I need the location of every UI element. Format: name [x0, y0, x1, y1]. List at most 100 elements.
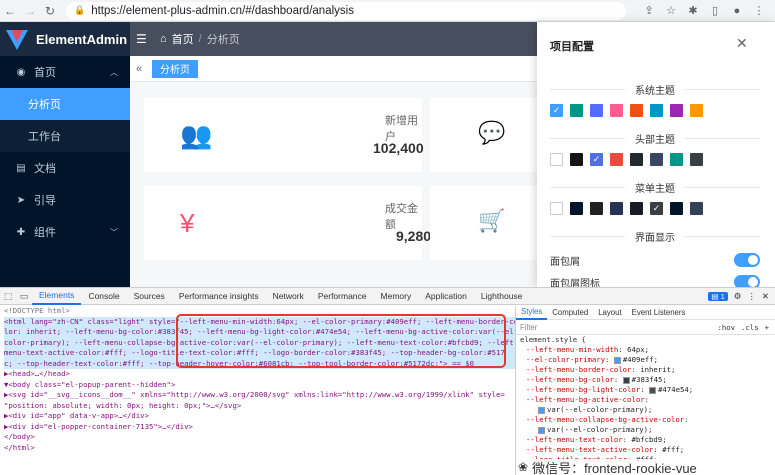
device-toolbar-icon[interactable]: ▭	[16, 291, 32, 302]
settings-gear-icon[interactable]: ⚙	[734, 291, 742, 302]
sidebar-item-analysis[interactable]: 分析页	[0, 88, 130, 120]
close-icon[interactable]: ✕	[736, 35, 748, 52]
tab-lighthouse[interactable]: Lighthouse	[474, 288, 530, 305]
color-swatch[interactable]	[670, 104, 683, 117]
sidebar-item-component[interactable]: ✚ 组件 ﹀	[0, 216, 130, 248]
color-chip[interactable]	[538, 426, 545, 434]
color-swatch[interactable]	[590, 202, 603, 215]
sidebar-item-doc[interactable]: ▤ 文档	[0, 152, 130, 184]
issues-badge[interactable]: ▤ 1	[708, 291, 728, 301]
elements-tree[interactable]: <!DOCTYPE html> <html lang="zh-CN" class=…	[0, 306, 515, 475]
back-arrow-icon[interactable]: ←	[0, 0, 20, 22]
sidebar-item-guide[interactable]: ➤ 引导	[0, 184, 130, 216]
extensions-icon[interactable]: ✱	[683, 0, 703, 22]
color-swatch[interactable]: ✓	[650, 202, 663, 215]
color-swatch[interactable]	[610, 104, 623, 117]
tab-console[interactable]: Console	[81, 288, 126, 305]
menu-collapse-icon[interactable]: ☰	[136, 32, 156, 46]
css-declaration[interactable]: --left-menu-bg-color: #383f45;	[520, 375, 775, 385]
address-bar[interactable]: 🔒 https://element-plus-admin.cn/#/dashbo…	[66, 1, 626, 20]
color-swatch[interactable]	[670, 202, 683, 215]
hover-state-toggle[interactable]: :hov	[717, 323, 735, 332]
tab-performance[interactable]: Performance	[311, 288, 374, 305]
color-swatch[interactable]	[610, 202, 623, 215]
more-options-icon[interactable]: ⋮	[747, 291, 756, 302]
css-declaration[interactable]: var(--el-color-primary);	[520, 405, 775, 415]
breadcrumb-switch[interactable]	[734, 253, 760, 267]
profile-icon[interactable]: ●	[727, 0, 747, 22]
color-chip[interactable]	[649, 386, 657, 394]
color-swatch[interactable]	[550, 202, 563, 215]
css-declaration[interactable]: --left-menu-text-active-color: #fff;	[520, 445, 775, 455]
inspect-element-icon[interactable]: ⬚	[0, 291, 16, 302]
color-swatch[interactable]	[550, 153, 563, 166]
share-icon[interactable]: ⇪	[639, 0, 659, 22]
tab-performance-insights[interactable]: Performance insights	[172, 288, 266, 305]
forward-arrow-icon[interactable]: →	[20, 0, 40, 22]
color-swatch[interactable]: ✓	[550, 104, 563, 117]
sidepanel-icon[interactable]: ▯	[705, 0, 725, 22]
css-declaration[interactable]: var(--el-color-primary);	[520, 425, 775, 435]
tab-memory[interactable]: Memory	[374, 288, 419, 305]
color-chip[interactable]	[613, 356, 621, 364]
color-swatch[interactable]	[690, 104, 703, 117]
sidebar-item-home[interactable]: ◉ 首页 ︿	[0, 56, 130, 88]
star-icon[interactable]: ☆	[661, 0, 681, 22]
dom-node-line[interactable]: "position: absolute; width: 0px; height:…	[4, 401, 515, 412]
color-swatch[interactable]	[570, 153, 583, 166]
class-toggle[interactable]: .cls	[741, 323, 759, 332]
css-declaration[interactable]: --left-menu-min-width: 64px;	[520, 345, 775, 355]
color-swatch[interactable]	[650, 153, 663, 166]
filter-input[interactable]: Filter	[520, 323, 537, 332]
card-new-users[interactable]: 👥 新增用户 102,400	[144, 98, 424, 172]
dom-node-line[interactable]: ▶<div id="el-popper-container-7135">…</d…	[4, 422, 515, 433]
css-declaration[interactable]: --left-menu-bg-active-color:	[520, 395, 775, 405]
reload-icon[interactable]: ↻	[40, 0, 60, 22]
tab-network[interactable]: Network	[266, 288, 311, 305]
color-swatch[interactable]	[570, 202, 583, 215]
dom-node-line[interactable]: ▶<svg id="__svg__icons__dom__" xmlns="ht…	[4, 390, 515, 401]
breadcrumb-home[interactable]: 首页	[172, 31, 194, 47]
tab-event-listeners[interactable]: Event Listeners	[627, 308, 691, 317]
color-swatch[interactable]	[690, 202, 703, 215]
close-devtools-icon[interactable]: ✕	[762, 291, 769, 302]
dom-node-line[interactable]: ▶<div id="app" data-v-app>…</div>	[4, 411, 515, 422]
dom-node-line[interactable]: ▼<body class="el-popup-parent--hidden">	[4, 380, 515, 391]
color-swatch[interactable]	[590, 104, 603, 117]
tab-elements[interactable]: Elements	[32, 288, 82, 305]
css-declaration[interactable]: --left-menu-border-color: inherit;	[520, 365, 775, 375]
tab-styles[interactable]: Styles	[516, 306, 548, 320]
color-swatch[interactable]	[690, 153, 703, 166]
color-swatch[interactable]	[630, 104, 643, 117]
add-rule-icon[interactable]: +	[765, 323, 769, 332]
color-swatch[interactable]	[610, 153, 623, 166]
tag-analysis[interactable]: 分析页	[152, 59, 198, 78]
dom-node-line[interactable]: </html>	[4, 443, 515, 454]
logo[interactable]: ElementAdmin	[0, 22, 130, 56]
tab-computed[interactable]: Computed	[547, 308, 593, 317]
dom-node-line[interactable]: </body>	[4, 432, 515, 443]
color-swatch[interactable]: ✓	[590, 153, 603, 166]
color-chip[interactable]	[538, 406, 545, 414]
styles-filter[interactable]: Filter :hov .cls +	[516, 320, 775, 335]
card-turnover[interactable]: ¥ 成交金额 9,280	[144, 186, 431, 260]
tab-application[interactable]: Application	[418, 288, 474, 305]
more-menu-icon[interactable]: ⋮	[749, 0, 769, 22]
css-declaration[interactable]: --left-menu-text-color: #bfcbd9;	[520, 435, 775, 445]
color-chip[interactable]	[622, 376, 630, 384]
color-swatch[interactable]	[630, 153, 643, 166]
card-shopping[interactable]: 🛒	[430, 186, 537, 260]
tab-layout[interactable]: Layout	[593, 308, 626, 317]
color-swatch[interactable]	[650, 104, 663, 117]
css-declaration[interactable]: --left-menu-bg-light-color: #474e54;	[520, 385, 775, 395]
card-messages[interactable]: 💬	[430, 98, 537, 172]
tab-sources[interactable]: Sources	[127, 288, 172, 305]
double-left-arrow-icon[interactable]: «	[130, 63, 148, 75]
dom-node-line[interactable]: ▶<head>…</head>	[4, 369, 515, 380]
color-swatch[interactable]	[570, 104, 583, 117]
css-declaration[interactable]: --el-color-primary: #409eff;	[520, 355, 775, 365]
sidebar-item-workplace[interactable]: 工作台	[0, 120, 130, 152]
color-swatch[interactable]	[670, 153, 683, 166]
css-declaration[interactable]: --left-menu-collapse-bg-active-color:	[520, 415, 775, 425]
color-swatch[interactable]	[630, 202, 643, 215]
